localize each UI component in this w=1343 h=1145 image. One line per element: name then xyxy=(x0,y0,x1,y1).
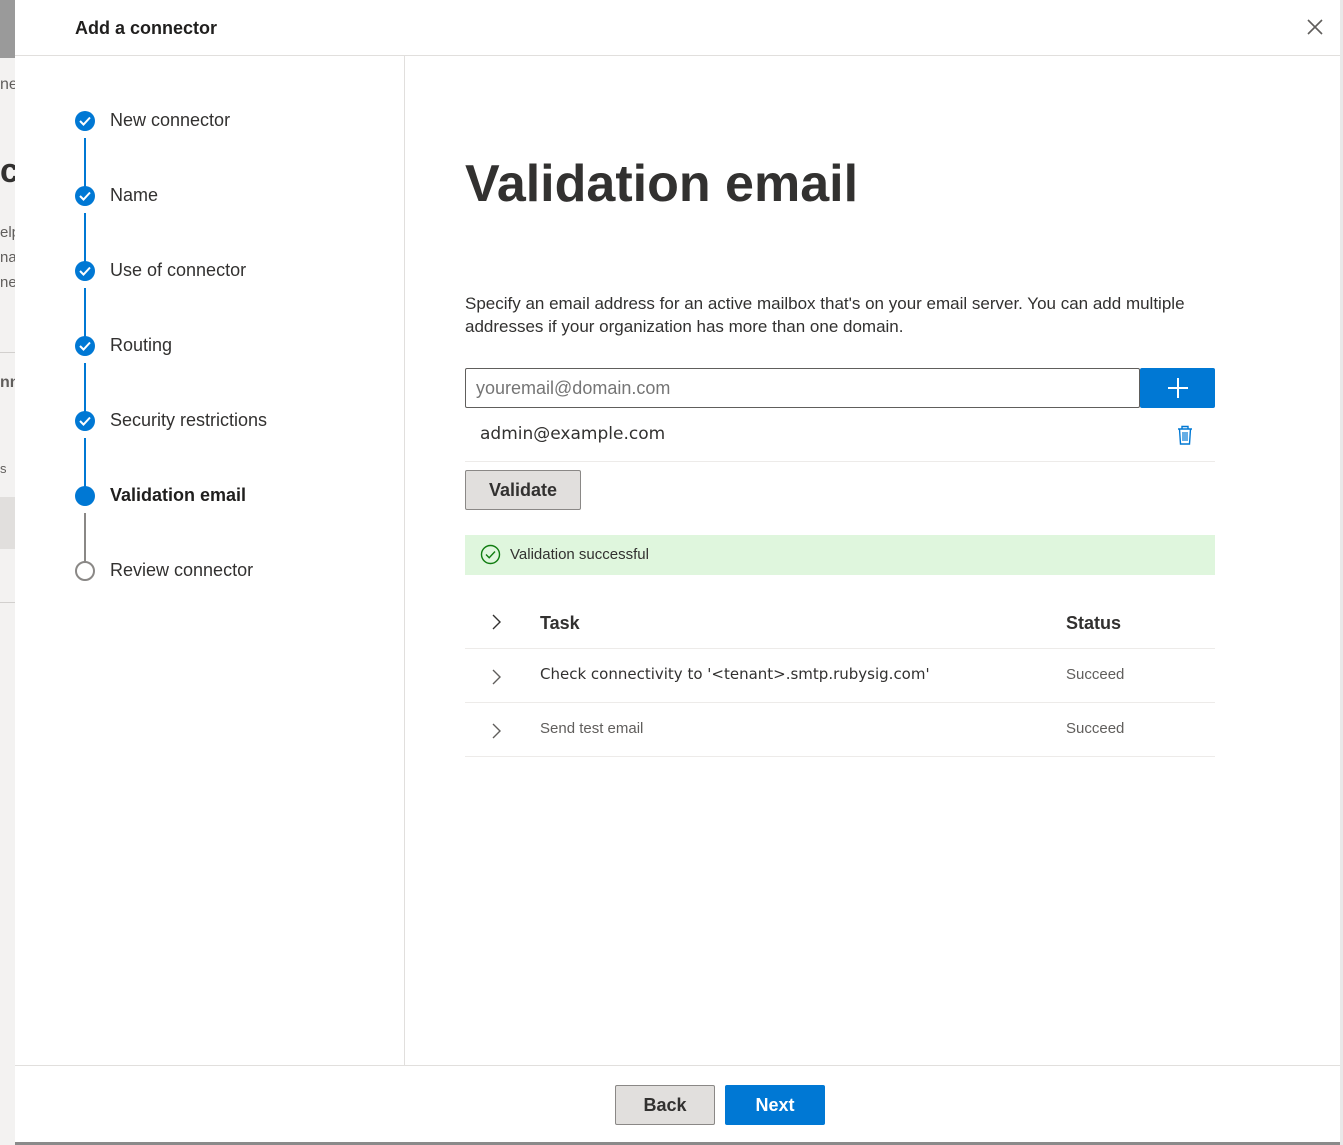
status-cell: Succeed xyxy=(1066,720,1125,737)
check-circle-icon xyxy=(480,544,501,565)
plus-icon xyxy=(1168,378,1188,398)
validate-button[interactable]: Validate xyxy=(465,470,581,510)
add-connector-panel: Add a connector New connector Name Use o… xyxy=(15,0,1340,1142)
background-selected-row xyxy=(0,497,15,549)
back-button[interactable]: Back xyxy=(615,1085,715,1125)
chevron-right-icon[interactable] xyxy=(489,668,503,686)
description: Specify an email address for an active m… xyxy=(465,294,1185,336)
task-cell: Send test email xyxy=(540,720,644,737)
step-use-of-connector[interactable]: Use of connector xyxy=(75,259,395,283)
chevron-right-icon[interactable] xyxy=(489,613,503,631)
table-header: Task Status xyxy=(465,597,1215,649)
email-list-item: admin@example.com xyxy=(465,412,1215,462)
background-text: nn xyxy=(0,374,15,391)
step-label: New connector xyxy=(110,110,231,130)
wizard-steps: New connector Name Use of connector Rout… xyxy=(15,56,405,1065)
step-label: Routing xyxy=(110,335,173,355)
next-button[interactable]: Next xyxy=(725,1085,825,1125)
add-email-button[interactable] xyxy=(1140,368,1215,408)
background-text: nat xyxy=(0,249,15,266)
background-text: elp xyxy=(0,224,15,241)
background-divider xyxy=(0,602,15,603)
background-text: s xyxy=(0,461,7,476)
step-label: Use of connector xyxy=(110,260,247,280)
column-header-status: Status xyxy=(1066,613,1122,633)
background-text: ne xyxy=(0,76,15,93)
checkmark-icon xyxy=(75,411,95,431)
step-validation-email[interactable]: Validation email xyxy=(75,484,395,508)
checkmark-icon xyxy=(75,186,95,206)
validation-status-text: Validation successful xyxy=(510,546,649,563)
email-address: admin@example.com xyxy=(480,424,666,444)
task-cell: Check connectivity to '<tenant>.smtp.rub… xyxy=(540,665,930,683)
column-header-task: Task xyxy=(540,613,580,633)
step-label: Security restrictions xyxy=(110,410,268,430)
empty-circle-icon xyxy=(75,561,95,581)
panel-header: Add a connector xyxy=(15,0,1340,56)
step-label: Name xyxy=(110,185,159,205)
step-name[interactable]: Name xyxy=(75,184,395,208)
status-cell: Succeed xyxy=(1066,666,1125,683)
close-icon[interactable] xyxy=(1304,16,1326,38)
validation-status-bar: Validation successful xyxy=(465,535,1215,575)
step-review-connector: Review connector xyxy=(75,559,395,583)
step-security-restrictions[interactable]: Security restrictions xyxy=(75,409,395,433)
step-label: Validation email xyxy=(110,485,247,505)
background-text: ner xyxy=(0,274,15,291)
panel-title: Add a connector xyxy=(75,18,218,38)
chevron-right-icon[interactable] xyxy=(489,722,503,740)
email-input[interactable] xyxy=(465,368,1140,408)
page-title: Validation email xyxy=(465,155,859,213)
checkmark-icon xyxy=(75,336,95,356)
background-divider xyxy=(0,352,15,353)
background-header xyxy=(0,0,15,58)
trash-icon[interactable] xyxy=(1175,424,1197,448)
panel-footer: Back Next xyxy=(15,1065,1340,1142)
background-text: ct xyxy=(0,152,15,190)
table-row[interactable]: Send test email Succeed xyxy=(465,703,1215,757)
step-new-connector[interactable]: New connector xyxy=(75,109,395,133)
checkmark-icon xyxy=(75,261,95,281)
step-routing[interactable]: Routing xyxy=(75,334,395,358)
checkmark-icon xyxy=(75,111,95,131)
background-page: ne ct elp nat ner nn s xyxy=(0,0,15,1145)
table-row[interactable]: Check connectivity to '<tenant>.smtp.rub… xyxy=(465,649,1215,703)
current-step-dot-icon xyxy=(75,486,95,506)
step-label: Review connector xyxy=(110,560,254,580)
